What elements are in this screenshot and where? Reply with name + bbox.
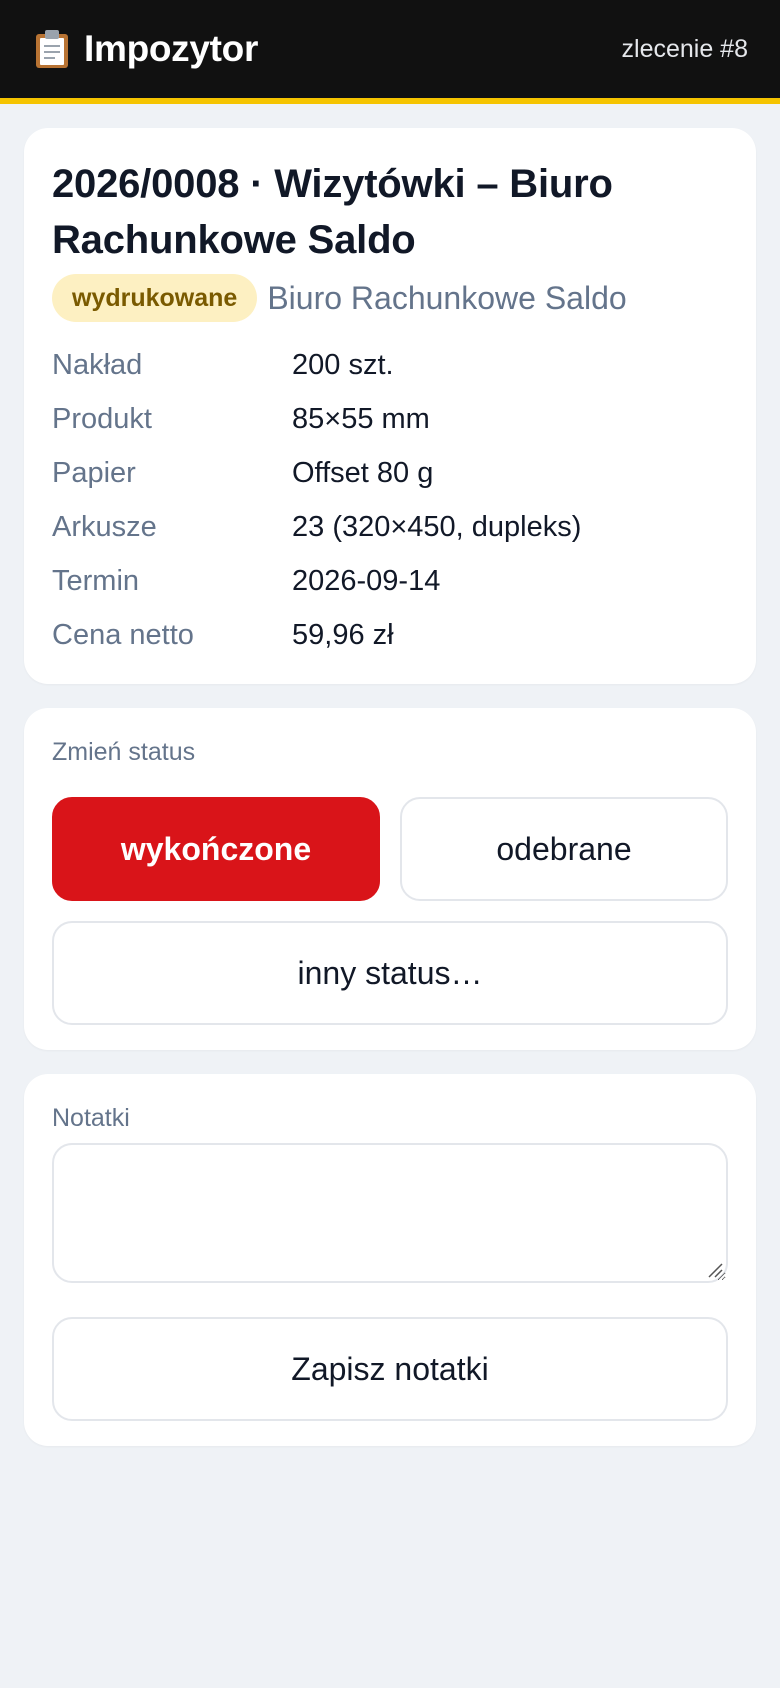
save-notes-button[interactable]: Zapisz notatki (52, 1317, 728, 1421)
detail-row-produkt: Produkt 85×55 mm (52, 392, 728, 446)
detail-row-naklad: Nakład 200 szt. (52, 338, 728, 392)
app-title: Impozytor (84, 28, 259, 69)
notes-wrapper (52, 1143, 728, 1283)
detail-value: 23 (320×450, dupleks) (292, 510, 582, 543)
order-meta: wydrukowane Biuro Rachunkowe Saldo (52, 274, 728, 322)
detail-row-termin: Termin 2026-09-14 (52, 554, 728, 608)
notes-textarea[interactable] (52, 1143, 728, 1283)
other-status-button[interactable]: inny status… (52, 921, 728, 1025)
detail-row-cena-netto: Cena netto 59,96 zł (52, 608, 728, 662)
notes-label: Notatki (52, 1104, 130, 1132)
detail-value: 200 szt. (292, 348, 394, 381)
status-badge: wydrukowane (52, 274, 258, 322)
detail-value: 59,96 zł (292, 618, 394, 651)
status-finished-button[interactable]: wykończone (52, 797, 380, 901)
detail-label: Nakład (52, 348, 143, 381)
status-collected-button[interactable]: odebrane (400, 797, 728, 901)
notes-card: Notatki Zapisz notatki (24, 1074, 756, 1446)
resize-grip-icon[interactable] (706, 1261, 724, 1279)
app-brand: Impozytor (34, 28, 258, 70)
order-details-list: Nakład 200 szt. Produkt 85×55 mm Papier … (52, 338, 728, 662)
client-name: Biuro Rachunkowe Saldo (267, 279, 627, 316)
app-header: Impozytor zlecenie #8 (0, 0, 780, 104)
detail-value: Offset 80 g (292, 456, 434, 489)
status-change-card: Zmień status wykończone odebrane inny st… (24, 708, 756, 1050)
detail-value: 2026-09-14 (292, 564, 441, 597)
order-reference: zlecenie #8 (621, 34, 748, 63)
detail-row-arkusze: Arkusze 23 (320×450, dupleks) (52, 500, 728, 554)
clipboard-icon (34, 29, 70, 69)
detail-row-papier: Papier Offset 80 g (52, 446, 728, 500)
order-details-card: 2026/0008 · Wizytówki – Biuro Rachunkowe… (24, 128, 756, 684)
detail-label: Papier (52, 456, 136, 489)
order-title: 2026/0008 · Wizytówki – Biuro Rachunkowe… (52, 162, 613, 262)
detail-label: Cena netto (52, 618, 194, 651)
detail-label: Arkusze (52, 510, 157, 543)
detail-label: Termin (52, 564, 140, 597)
status-buttons: wykończone odebrane (52, 797, 728, 901)
detail-label: Produkt (52, 402, 152, 435)
detail-value: 85×55 mm (292, 402, 430, 435)
status-section-label: Zmień status (52, 738, 196, 766)
